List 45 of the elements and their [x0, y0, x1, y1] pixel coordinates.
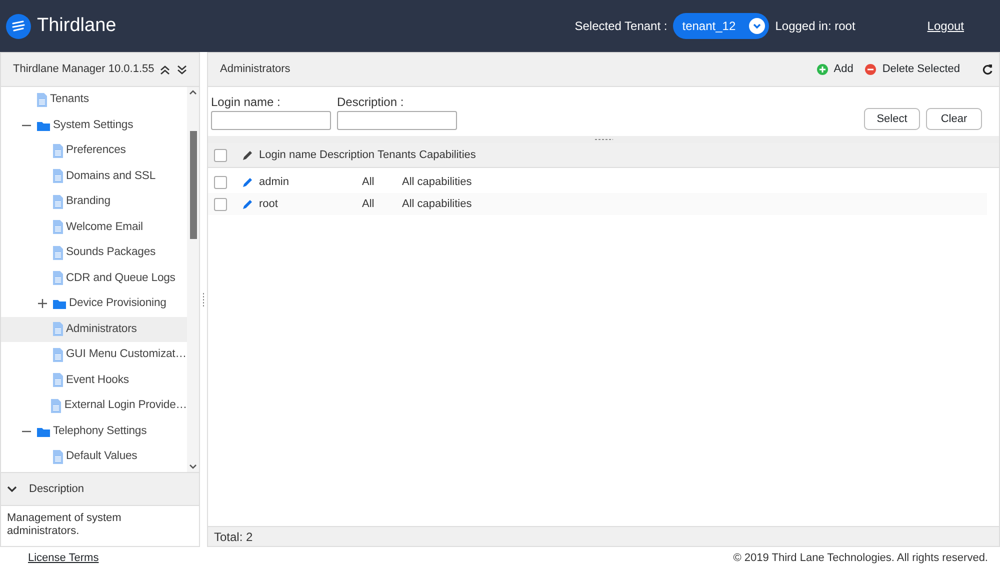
tree-item[interactable]: Default Values — [1, 444, 187, 470]
tree-item[interactable]: Welcome Email — [1, 214, 187, 240]
copyright-text: © 2019 Third Lane Technologies. All rights reserved. — [733, 550, 988, 566]
table-cell-text: admin — [259, 174, 290, 190]
brand-name: Thirdlane — [37, 14, 116, 38]
table-cell-text: All — [362, 174, 376, 190]
tree-item[interactable]: Tenants — [1, 87, 187, 112]
field-label: Description : — [337, 94, 405, 111]
column-header[interactable]: Tenants — [378, 146, 416, 164]
tree-item[interactable]: CDR and Queue Logs — [1, 266, 187, 291]
tree-item[interactable]: Sounds Packages — [1, 240, 187, 266]
filter-button[interactable]: Clear — [926, 108, 982, 130]
tree-item[interactable]: Administrators — [1, 316, 187, 342]
table-row[interactable]: root All All capabilities — [208, 193, 987, 215]
filter-button[interactable]: Select — [864, 108, 920, 130]
table-cell-text: All capabilities — [402, 174, 472, 190]
table-row[interactable]: admin All All capabilities — [208, 171, 987, 193]
total-count: Total: 2 — [214, 528, 253, 546]
tenant-label: Selected Tenant : — [574, 18, 668, 35]
panel-title: Administrators — [220, 62, 292, 78]
tree-item[interactable]: Branding — [1, 189, 187, 214]
logged-in-text: Logged in: root — [775, 18, 856, 35]
table-cell-text: root — [259, 196, 279, 212]
tree-item[interactable]: Preferences — [1, 138, 187, 164]
tree-item[interactable]: GUI Menu Customizat… — [1, 342, 187, 368]
table-cell-text: All — [362, 196, 376, 212]
license-link[interactable]: License Terms — [28, 550, 99, 566]
tree-item[interactable]: Device Provisioning — [1, 291, 187, 316]
delete-button[interactable]: Delete Selected — [865, 61, 960, 78]
field-label: Login name : — [211, 94, 282, 111]
panel-title: Thirdlane Manager 10.0.1.55 — [13, 62, 156, 78]
add-button[interactable]: Add — [816, 61, 854, 78]
tree-item[interactable]: Domains and SSL — [1, 164, 187, 189]
description-text: Management of system administrators. — [6, 511, 122, 538]
column-header[interactable]: Login name — [259, 146, 316, 164]
column-header[interactable]: Description — [320, 146, 375, 164]
tree-item[interactable]: Telephony Settings — [1, 418, 187, 444]
tree-item[interactable]: External Login Provide… — [1, 393, 187, 418]
logout-link[interactable]: Logout — [927, 17, 964, 35]
tree-item[interactable]: System Settings — [1, 112, 187, 138]
tenant-select[interactable]: tenant_12 — [673, 13, 770, 39]
column-header[interactable]: Capabilities — [419, 146, 476, 164]
table-cell-text: All capabilities — [402, 196, 472, 212]
panel-title: Description — [29, 482, 84, 497]
tree-item[interactable]: Event Hooks — [1, 368, 187, 393]
